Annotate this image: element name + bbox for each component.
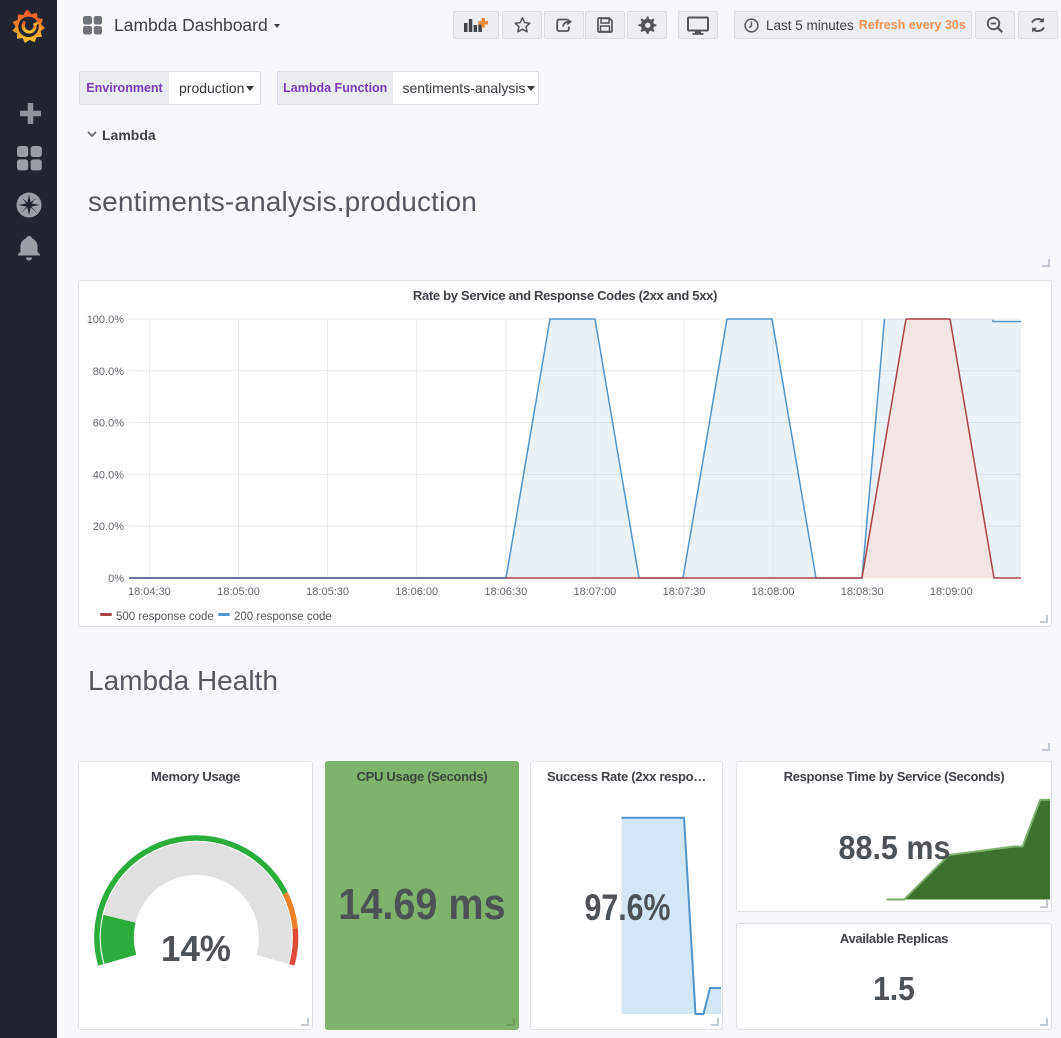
svg-text:60.0%: 60.0% <box>93 418 124 430</box>
svg-text:18:07:00: 18:07:00 <box>573 586 616 598</box>
svg-text:97.6%: 97.6% <box>585 887 671 928</box>
svg-text:18:08:00: 18:08:00 <box>752 586 795 598</box>
svg-text:18:07:30: 18:07:30 <box>663 586 706 598</box>
svg-text:40.0%: 40.0% <box>93 469 124 481</box>
svg-text:0%: 0% <box>108 573 124 585</box>
svg-text:88.5 ms: 88.5 ms <box>839 829 951 866</box>
svg-text:18:06:00: 18:06:00 <box>395 586 438 598</box>
svg-text:18:04:30: 18:04:30 <box>128 586 171 598</box>
svg-text:18:08:30: 18:08:30 <box>841 586 884 598</box>
svg-text:18:09:00: 18:09:00 <box>930 586 973 598</box>
svg-text:20.0%: 20.0% <box>93 521 124 533</box>
svg-text:500 response code: 500 response code <box>116 611 214 623</box>
svg-text:100.0%: 100.0% <box>87 314 125 326</box>
svg-text:14%: 14% <box>161 928 231 969</box>
svg-text:200 response code: 200 response code <box>234 611 332 623</box>
svg-text:80.0%: 80.0% <box>93 366 124 378</box>
svg-text:18:05:00: 18:05:00 <box>217 586 260 598</box>
svg-text:18:05:30: 18:05:30 <box>306 586 349 598</box>
svg-text:18:06:30: 18:06:30 <box>484 586 527 598</box>
